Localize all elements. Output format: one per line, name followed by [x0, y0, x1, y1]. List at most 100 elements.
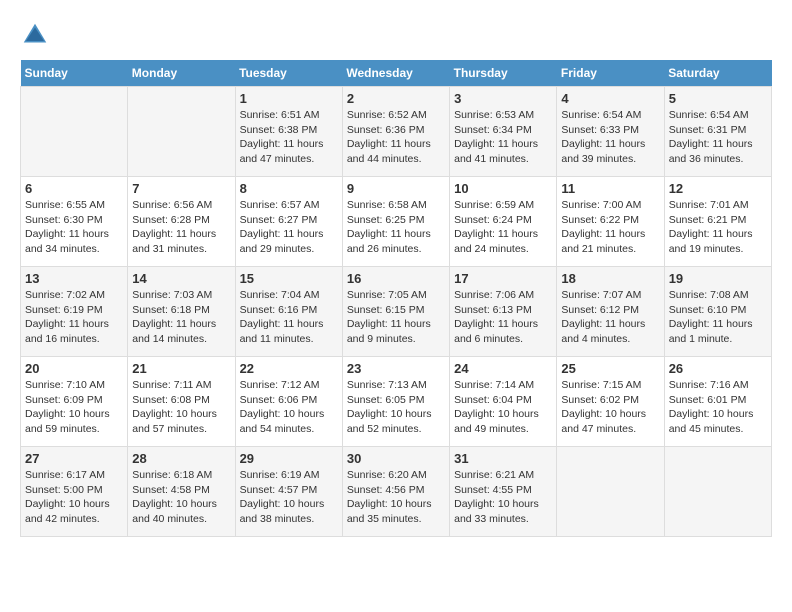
day-number: 6 [25, 181, 123, 196]
day-info: Sunrise: 6:54 AM Sunset: 6:31 PM Dayligh… [669, 108, 767, 167]
calendar-cell: 31 Sunrise: 6:21 AM Sunset: 4:55 PM Dayli… [450, 447, 557, 537]
weekday-header-tuesday: Tuesday [235, 60, 342, 87]
day-info: Sunrise: 7:04 AM Sunset: 6:16 PM Dayligh… [240, 288, 338, 347]
day-info: Sunrise: 7:11 AM Sunset: 6:08 PM Dayligh… [132, 378, 230, 437]
day-info: Sunrise: 6:53 AM Sunset: 6:34 PM Dayligh… [454, 108, 552, 167]
calendar-cell [664, 447, 771, 537]
calendar-cell: 11 Sunrise: 7:00 AM Sunset: 6:22 PM Dayli… [557, 177, 664, 267]
calendar-cell: 8 Sunrise: 6:57 AM Sunset: 6:27 PM Daylig… [235, 177, 342, 267]
day-info: Sunrise: 7:16 AM Sunset: 6:01 PM Dayligh… [669, 378, 767, 437]
day-number: 4 [561, 91, 659, 106]
day-number: 31 [454, 451, 552, 466]
day-info: Sunrise: 6:52 AM Sunset: 6:36 PM Dayligh… [347, 108, 445, 167]
calendar-cell: 26 Sunrise: 7:16 AM Sunset: 6:01 PM Dayli… [664, 357, 771, 447]
calendar-cell: 17 Sunrise: 7:06 AM Sunset: 6:13 PM Dayli… [450, 267, 557, 357]
day-info: Sunrise: 7:07 AM Sunset: 6:12 PM Dayligh… [561, 288, 659, 347]
day-info: Sunrise: 7:12 AM Sunset: 6:06 PM Dayligh… [240, 378, 338, 437]
day-info: Sunrise: 6:18 AM Sunset: 4:58 PM Dayligh… [132, 468, 230, 527]
day-number: 15 [240, 271, 338, 286]
day-number: 21 [132, 361, 230, 376]
calendar-cell: 28 Sunrise: 6:18 AM Sunset: 4:58 PM Dayli… [128, 447, 235, 537]
day-info: Sunrise: 7:01 AM Sunset: 6:21 PM Dayligh… [669, 198, 767, 257]
day-number: 16 [347, 271, 445, 286]
day-number: 13 [25, 271, 123, 286]
day-info: Sunrise: 6:59 AM Sunset: 6:24 PM Dayligh… [454, 198, 552, 257]
day-info: Sunrise: 7:00 AM Sunset: 6:22 PM Dayligh… [561, 198, 659, 257]
weekday-header-friday: Friday [557, 60, 664, 87]
weekday-header-wednesday: Wednesday [342, 60, 449, 87]
day-number: 11 [561, 181, 659, 196]
day-number: 1 [240, 91, 338, 106]
calendar-cell [21, 87, 128, 177]
day-number: 12 [669, 181, 767, 196]
day-info: Sunrise: 6:21 AM Sunset: 4:55 PM Dayligh… [454, 468, 552, 527]
day-info: Sunrise: 7:13 AM Sunset: 6:05 PM Dayligh… [347, 378, 445, 437]
day-info: Sunrise: 6:51 AM Sunset: 6:38 PM Dayligh… [240, 108, 338, 167]
calendar-cell: 27 Sunrise: 6:17 AM Sunset: 5:00 PM Dayli… [21, 447, 128, 537]
calendar-cell: 14 Sunrise: 7:03 AM Sunset: 6:18 PM Dayli… [128, 267, 235, 357]
calendar-cell: 30 Sunrise: 6:20 AM Sunset: 4:56 PM Dayli… [342, 447, 449, 537]
calendar-cell: 12 Sunrise: 7:01 AM Sunset: 6:21 PM Dayli… [664, 177, 771, 267]
calendar-cell: 19Sunrise: 7:08 AM Sunset: 6:10 PM Dayli… [664, 267, 771, 357]
day-number: 19 [669, 271, 767, 286]
day-number: 27 [25, 451, 123, 466]
day-number: 28 [132, 451, 230, 466]
calendar-cell: 9 Sunrise: 6:58 AM Sunset: 6:25 PM Daylig… [342, 177, 449, 267]
day-number: 9 [347, 181, 445, 196]
day-info: Sunrise: 6:20 AM Sunset: 4:56 PM Dayligh… [347, 468, 445, 527]
calendar-cell: 20Sunrise: 7:10 AM Sunset: 6:09 PM Dayli… [21, 357, 128, 447]
day-info: Sunrise: 7:15 AM Sunset: 6:02 PM Dayligh… [561, 378, 659, 437]
weekday-header-sunday: Sunday [21, 60, 128, 87]
day-number: 25 [561, 361, 659, 376]
calendar-table: SundayMondayTuesdayWednesdayThursdayFrid… [20, 60, 772, 537]
calendar-cell: 7Sunrise: 6:56 AM Sunset: 6:28 PM Daylig… [128, 177, 235, 267]
calendar-week-5: 27 Sunrise: 6:17 AM Sunset: 5:00 PM Dayli… [21, 447, 772, 537]
weekday-header-monday: Monday [128, 60, 235, 87]
day-info: Sunrise: 6:57 AM Sunset: 6:27 PM Dayligh… [240, 198, 338, 257]
calendar-cell [128, 87, 235, 177]
day-number: 17 [454, 271, 552, 286]
day-number: 18 [561, 271, 659, 286]
logo [20, 20, 52, 50]
day-number: 30 [347, 451, 445, 466]
calendar-cell: 29 Sunrise: 6:19 AM Sunset: 4:57 PM Dayli… [235, 447, 342, 537]
calendar-week-1: 1 Sunrise: 6:51 AM Sunset: 6:38 PM Daylig… [21, 87, 772, 177]
weekday-header-thursday: Thursday [450, 60, 557, 87]
day-info: Sunrise: 6:19 AM Sunset: 4:57 PM Dayligh… [240, 468, 338, 527]
day-number: 29 [240, 451, 338, 466]
day-info: Sunrise: 7:06 AM Sunset: 6:13 PM Dayligh… [454, 288, 552, 347]
day-number: 10 [454, 181, 552, 196]
calendar-week-3: 13Sunrise: 7:02 AM Sunset: 6:19 PM Dayli… [21, 267, 772, 357]
calendar-cell: 10 Sunrise: 6:59 AM Sunset: 6:24 PM Dayli… [450, 177, 557, 267]
calendar-cell: 15 Sunrise: 7:04 AM Sunset: 6:16 PM Dayli… [235, 267, 342, 357]
calendar-cell: 23 Sunrise: 7:13 AM Sunset: 6:05 PM Dayli… [342, 357, 449, 447]
calendar-cell: 13Sunrise: 7:02 AM Sunset: 6:19 PM Dayli… [21, 267, 128, 357]
day-number: 14 [132, 271, 230, 286]
day-info: Sunrise: 7:05 AM Sunset: 6:15 PM Dayligh… [347, 288, 445, 347]
day-info: Sunrise: 7:10 AM Sunset: 6:09 PM Dayligh… [25, 378, 123, 437]
calendar-cell: 21 Sunrise: 7:11 AM Sunset: 6:08 PM Dayli… [128, 357, 235, 447]
calendar-cell: 2Sunrise: 6:52 AM Sunset: 6:36 PM Daylig… [342, 87, 449, 177]
calendar-cell: 6Sunrise: 6:55 AM Sunset: 6:30 PM Daylig… [21, 177, 128, 267]
day-info: Sunrise: 6:56 AM Sunset: 6:28 PM Dayligh… [132, 198, 230, 257]
calendar-cell: 18 Sunrise: 7:07 AM Sunset: 6:12 PM Dayli… [557, 267, 664, 357]
calendar-cell: 22 Sunrise: 7:12 AM Sunset: 6:06 PM Dayli… [235, 357, 342, 447]
day-number: 8 [240, 181, 338, 196]
calendar-cell: 24Sunrise: 7:14 AM Sunset: 6:04 PM Dayli… [450, 357, 557, 447]
calendar-cell: 16 Sunrise: 7:05 AM Sunset: 6:15 PM Dayli… [342, 267, 449, 357]
calendar-cell: 5 Sunrise: 6:54 AM Sunset: 6:31 PM Daylig… [664, 87, 771, 177]
calendar-cell [557, 447, 664, 537]
day-info: Sunrise: 6:17 AM Sunset: 5:00 PM Dayligh… [25, 468, 123, 527]
logo-icon [20, 20, 50, 50]
day-number: 24 [454, 361, 552, 376]
day-number: 22 [240, 361, 338, 376]
day-info: Sunrise: 6:58 AM Sunset: 6:25 PM Dayligh… [347, 198, 445, 257]
day-number: 5 [669, 91, 767, 106]
day-info: Sunrise: 7:03 AM Sunset: 6:18 PM Dayligh… [132, 288, 230, 347]
day-number: 26 [669, 361, 767, 376]
weekday-header-row: SundayMondayTuesdayWednesdayThursdayFrid… [21, 60, 772, 87]
calendar-week-2: 6Sunrise: 6:55 AM Sunset: 6:30 PM Daylig… [21, 177, 772, 267]
calendar-cell: 4 Sunrise: 6:54 AM Sunset: 6:33 PM Daylig… [557, 87, 664, 177]
day-info: Sunrise: 6:54 AM Sunset: 6:33 PM Dayligh… [561, 108, 659, 167]
day-number: 23 [347, 361, 445, 376]
